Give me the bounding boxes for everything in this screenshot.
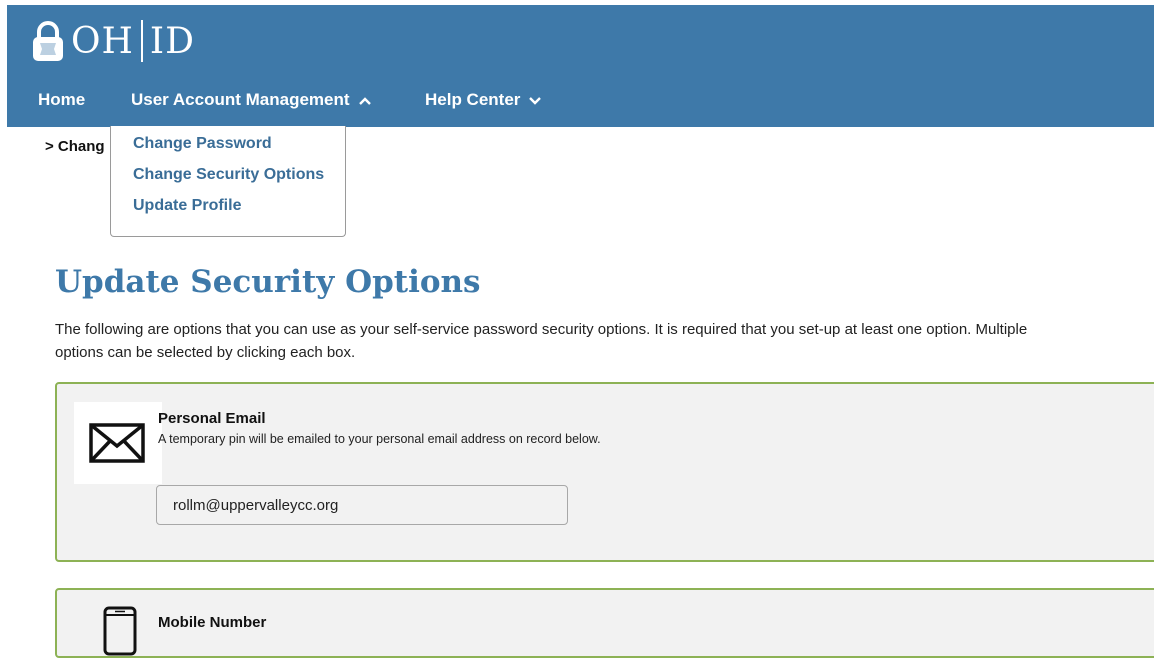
mobile-number-option-card[interactable]: Mobile Number xyxy=(55,588,1154,658)
chevron-up-icon xyxy=(358,91,372,111)
nav-user-account-management-label: User Account Management xyxy=(131,90,350,109)
personal-email-title: Personal Email xyxy=(158,410,266,427)
logo-text-id: ID xyxy=(149,20,196,62)
logo-divider xyxy=(140,20,143,62)
nav-help-center[interactable]: Help Center xyxy=(425,90,542,111)
user-account-dropdown-menu: Change Password Change Security Options … xyxy=(110,126,346,237)
header-bar: OH ID Home User Account Management Help … xyxy=(7,5,1154,127)
intro-line-1: The following are options that you can u… xyxy=(55,321,1028,338)
nav-user-account-management[interactable]: User Account Management xyxy=(131,90,372,111)
nav-help-center-label: Help Center xyxy=(425,90,521,109)
logo-text-oh: OH xyxy=(71,20,134,62)
ohid-logo[interactable]: OH ID xyxy=(31,17,195,65)
envelope-icon xyxy=(74,402,162,484)
personal-email-description: A temporary pin will be emailed to your … xyxy=(158,432,601,446)
intro-line-2: options can be selected by clicking each… xyxy=(55,344,356,361)
page-title: Update Security Options xyxy=(55,264,481,300)
menu-item-change-password[interactable]: Change Password xyxy=(133,135,272,153)
mobile-number-title: Mobile Number xyxy=(158,614,267,631)
chevron-down-icon xyxy=(528,91,542,111)
personal-email-option-card[interactable]: Personal Email A temporary pin will be e… xyxy=(55,382,1154,562)
breadcrumb: > Chang xyxy=(45,138,105,155)
mobile-phone-icon xyxy=(103,606,137,661)
nav-home[interactable]: Home xyxy=(38,90,85,110)
padlock-logo-icon xyxy=(31,20,65,62)
menu-item-update-profile[interactable]: Update Profile xyxy=(133,197,241,215)
menu-item-change-security-options[interactable]: Change Security Options xyxy=(133,166,324,184)
personal-email-field[interactable] xyxy=(156,485,568,525)
intro-text: The following are options that you can u… xyxy=(55,318,1154,364)
